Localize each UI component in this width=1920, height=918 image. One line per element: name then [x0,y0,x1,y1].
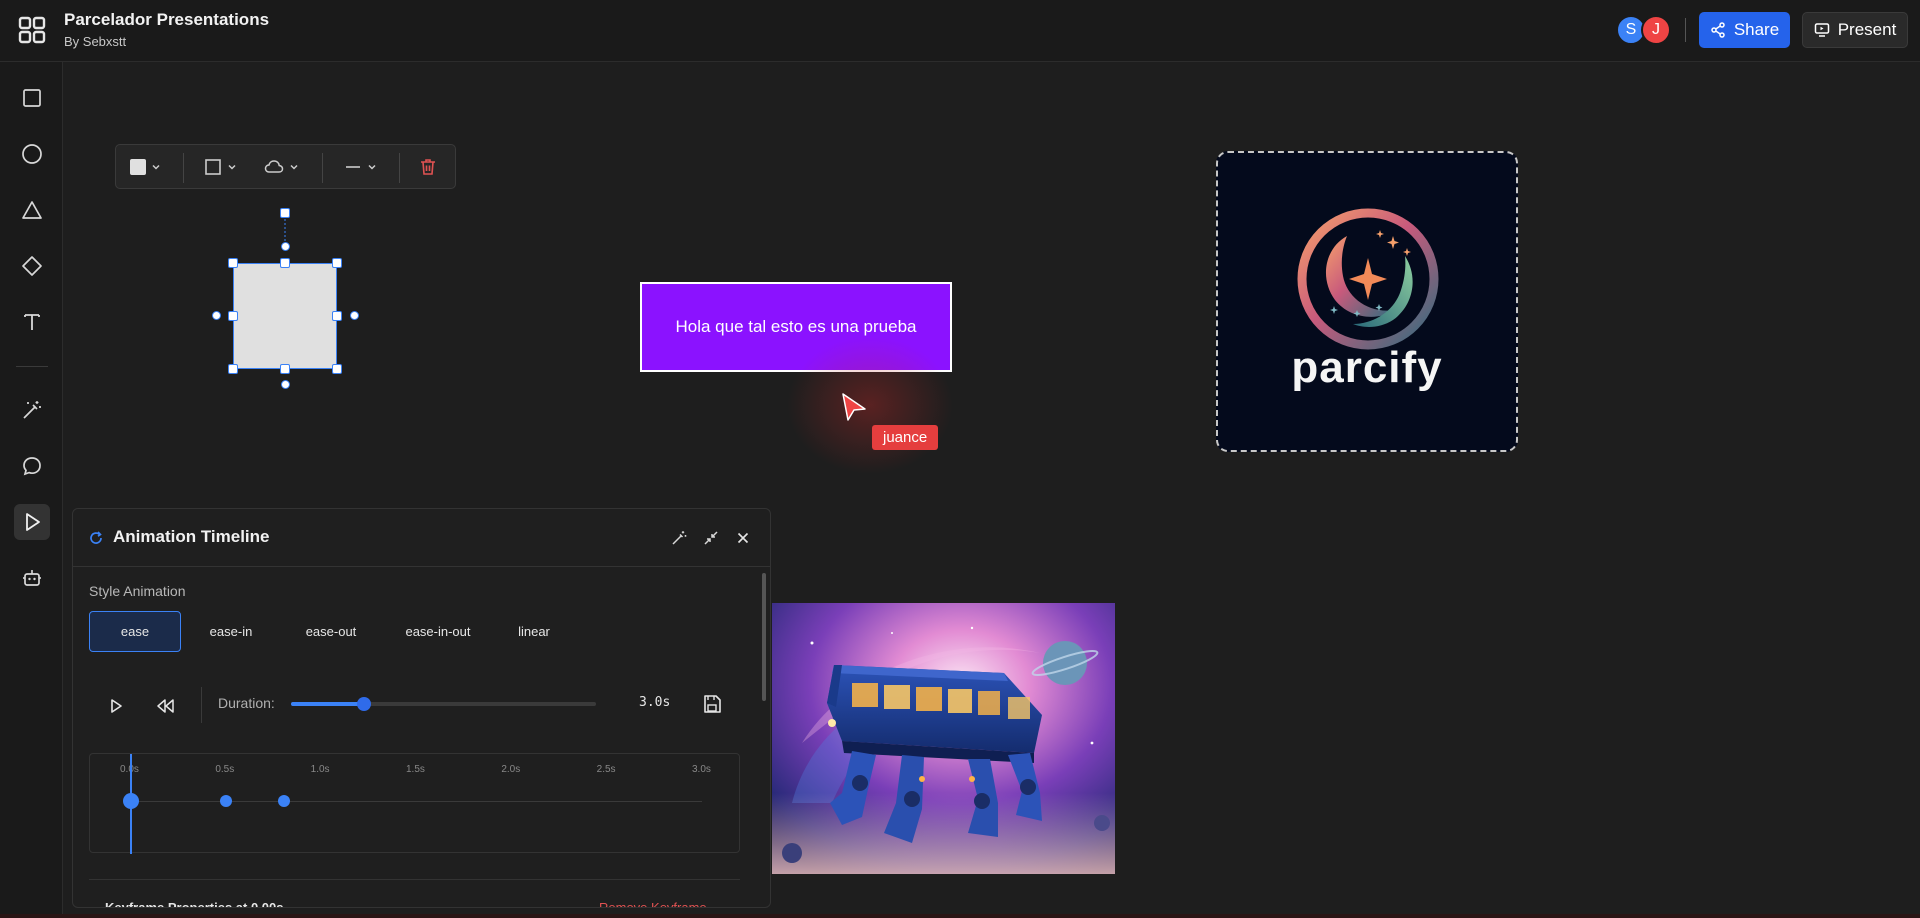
logo-wordmark: parcify [1291,343,1443,392]
timeline-tick-label: 3.0s [692,764,711,775]
resize-handle[interactable] [228,364,238,374]
resize-handle[interactable] [228,258,238,268]
play-icon [111,699,122,713]
resize-handle[interactable] [350,311,359,320]
easing-option-linear[interactable]: linear [493,611,575,652]
resize-handle[interactable] [228,311,238,321]
keyframe-marker[interactable] [277,795,290,807]
duration-slider-fill [291,702,365,706]
resize-handle[interactable] [281,380,290,389]
timeline-tick-label: 0.5s [215,764,235,775]
robot-bus-illustration [772,603,1115,874]
resize-handle[interactable] [212,311,221,320]
collaborator-cursor-icon [842,393,866,421]
keyframe-properties-heading: Keyframe Properties at 0.00s [105,900,284,908]
keyframe-marker[interactable] [220,795,233,807]
timeline-tick-label: 1.0s [310,764,330,775]
robot-bus-image[interactable] [772,603,1115,874]
duration-slider[interactable] [291,697,596,711]
save-button[interactable] [701,693,725,717]
rewind-button[interactable] [153,693,179,719]
logo-image-shape[interactable]: parcify [1216,151,1518,452]
refresh-icon [87,529,105,547]
keyframe-timeline[interactable]: 0.0s0.5s1.0s1.5s2.0s2.5s3.0s [89,753,740,854]
play-button[interactable] [103,693,129,719]
resize-handle[interactable] [332,258,342,268]
resize-handle[interactable] [280,258,290,268]
selected-rectangle-shape[interactable] [233,263,337,369]
panel-title: Animation Timeline [113,527,270,546]
panel-separator [89,879,740,880]
resize-handle[interactable] [280,364,290,374]
cursor-glow [780,330,960,480]
resize-handle[interactable] [281,242,290,251]
easing-option-ease-in[interactable]: ease-in [187,611,275,652]
duration-slider-knob[interactable] [357,697,372,711]
duration-label: Duration: [218,695,275,711]
remove-keyframe-button[interactable]: Remove Keyframe [599,900,707,907]
save-icon [704,695,721,713]
controls-separator [201,687,202,723]
timeline-playhead[interactable] [130,754,132,854]
rewind-icon [157,699,174,713]
parcify-logo-icon [1297,208,1439,350]
timeline-tick-label: 2.5s [596,764,616,775]
easing-option-ease-in-out[interactable]: ease-in-out [383,611,493,652]
timeline-tick-label: 1.5s [406,764,425,775]
resize-handle[interactable] [332,364,342,374]
style-animation-label: Style Animation [89,583,186,599]
easing-option-ease[interactable]: ease [89,611,181,652]
animation-timeline-panel: Animation Timeline Style Animation ease … [72,508,771,908]
timeline-tick-label: 2.0s [501,764,521,775]
minimize-icon[interactable] [702,529,720,547]
bottom-edge [0,914,1920,918]
collaborator-cursor-label: juance [872,425,939,450]
resize-handle[interactable] [332,311,342,321]
magic-wand-icon[interactable] [670,529,688,547]
close-icon[interactable] [734,529,752,547]
panel-header: Animation Timeline [73,509,770,567]
timeline-track [130,801,702,802]
rotate-handle[interactable] [280,208,290,218]
duration-value: 3.0s [639,695,671,710]
easing-option-ease-out[interactable]: ease-out [287,611,375,652]
panel-scrollbar[interactable] [762,573,766,701]
